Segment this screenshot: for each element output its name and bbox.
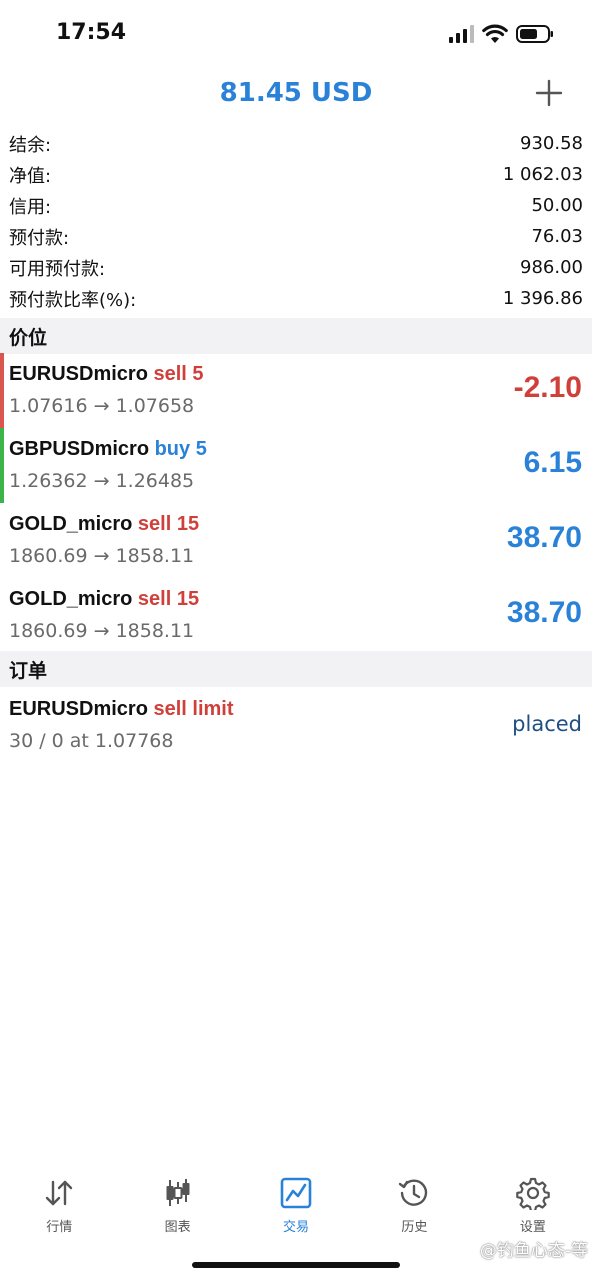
buy-indicator-stripe [0,428,4,503]
order-type: sell limit [153,698,234,720]
watermark: @钓鱼心态-等 [479,1241,588,1261]
tab-label: 行情 [46,1220,73,1235]
wifi-icon [482,24,508,43]
summary-value: 1 396.86 [502,288,583,309]
order-row[interactable]: EURUSDmicro sell limit 30 / 0 at 1.07768… [0,688,592,763]
summary-label: 信用: [9,196,52,218]
summary-label: 预付款: [9,227,70,249]
gear-icon [516,1177,550,1210]
position-row[interactable]: GOLD_micro sell 15 1860.69 → 1858.11 38.… [0,578,592,653]
tab-label: 历史 [401,1220,428,1235]
summary-row-free-margin: 可用预付款: 986.00 [0,252,592,283]
trade-chart-icon [280,1177,312,1209]
summary-label: 净值: [9,165,52,187]
summary-row-balance: 结余: 930.58 [0,128,592,159]
position-symbol: GBPUSDmicro [9,438,150,460]
tab-history[interactable]: 历史 [355,1168,473,1248]
position-profit: -2.10 [513,371,582,404]
tab-charts[interactable]: 图表 [118,1168,236,1248]
tab-label: 交易 [283,1220,310,1235]
position-symbol: GOLD_micro [9,588,133,610]
status-icons [448,24,554,44]
status-bar: 17:54 [0,0,592,66]
position-profit: 38.70 [506,596,582,629]
position-symbol-line: GBPUSDmicro buy 5 [9,438,207,461]
position-row[interactable]: GOLD_micro sell 15 1860.69 → 1858.11 38.… [0,503,592,578]
position-prices: 1.07616 → 1.07658 [9,395,195,417]
tab-trade[interactable]: 交易 [237,1168,355,1248]
summary-value: 50.00 [531,195,583,216]
orders-section-header: 订单 [0,651,592,687]
status-time: 17:54 [56,20,127,45]
position-symbol: GOLD_micro [9,513,133,535]
position-side: buy 5 [154,438,207,460]
header: 81.45 USD [0,66,592,126]
position-side: sell 5 [153,363,204,385]
summary-label: 预付款比率(%): [9,289,137,311]
summary-row-margin-level: 预付款比率(%): 1 396.86 [0,283,592,314]
position-prices: 1860.69 → 1858.11 [9,545,195,567]
position-symbol-line: GOLD_micro sell 15 [9,588,199,611]
position-side: sell 15 [137,513,200,535]
summary-row-margin: 预付款: 76.03 [0,221,592,252]
position-prices: 1.26362 → 1.26485 [9,470,195,492]
summary-value: 1 062.03 [502,164,583,185]
position-row[interactable]: EURUSDmicro sell 5 1.07616 → 1.07658 -2.… [0,353,592,428]
position-symbol-line: EURUSDmicro sell 5 [9,363,204,386]
summary-row-credit: 信用: 50.00 [0,190,592,221]
position-side: sell 15 [137,588,200,610]
order-detail: 30 / 0 at 1.07768 [9,730,174,752]
history-clock-icon [399,1179,428,1206]
summary-value: 76.03 [531,226,583,247]
summary-label: 结余: [9,134,52,156]
tab-label: 图表 [164,1220,191,1235]
position-symbol: EURUSDmicro [9,363,148,385]
positions-section-header: 价位 [0,318,592,354]
battery-icon [516,25,553,43]
summary-value: 986.00 [520,257,583,278]
account-balance-title: 81.45 USD [219,78,373,108]
summary-value: 930.58 [520,133,583,154]
tab-label: 设置 [519,1220,546,1235]
cellular-signal-icon [449,25,474,43]
position-prices: 1860.69 → 1858.11 [9,620,195,642]
position-symbol-line: GOLD_micro sell 15 [9,513,199,536]
order-status: placed [512,712,582,736]
order-symbol-line: EURUSDmicro sell limit [9,698,234,721]
tab-quotes[interactable]: 行情 [0,1168,118,1248]
account-summary: 结余: 930.58 净值: 1 062.03 信用: 50.00 预付款: 7… [0,128,592,314]
summary-label: 可用预付款: [9,258,106,280]
candlestick-chart-icon [166,1179,190,1206]
order-symbol: EURUSDmicro [9,698,148,720]
position-profit: 6.15 [523,446,582,479]
position-profit: 38.70 [506,521,582,554]
add-order-button[interactable] [534,78,564,108]
summary-row-equity: 净值: 1 062.03 [0,159,592,190]
position-row[interactable]: GBPUSDmicro buy 5 1.26362 → 1.26485 6.15 [0,428,592,503]
home-indicator[interactable] [192,1262,400,1268]
sell-indicator-stripe [0,353,4,428]
quotes-arrows-icon [46,1180,73,1206]
